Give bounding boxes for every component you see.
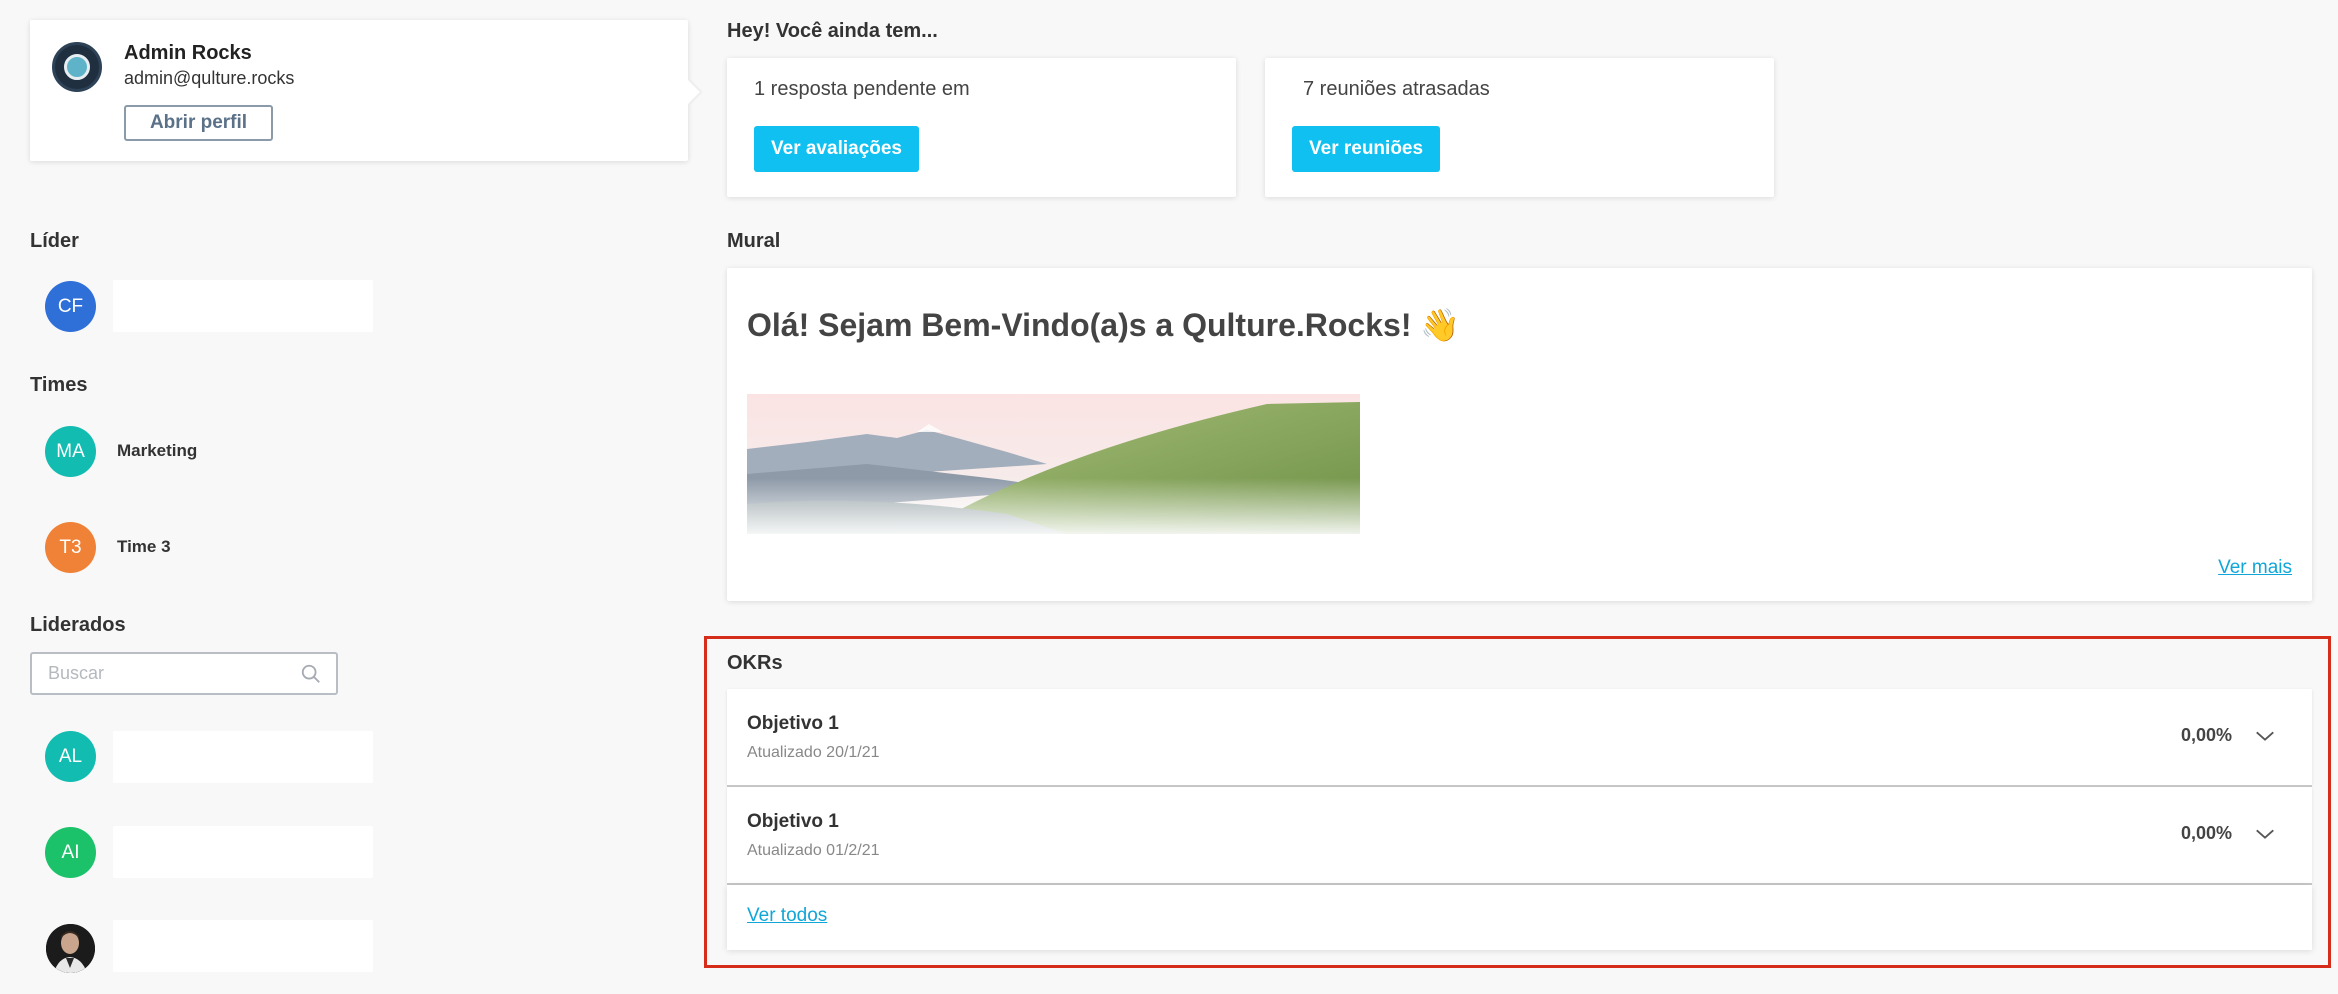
led-name-placeholder[interactable]: [113, 731, 373, 783]
okrs-see-all-link[interactable]: Ver todos: [747, 905, 827, 927]
late-meetings-text: 7 reuniões atrasadas: [1303, 78, 1490, 100]
led-search-input[interactable]: [32, 654, 272, 692]
leader-avatar[interactable]: CF: [45, 281, 96, 332]
led-photo-avatar[interactable]: [46, 924, 95, 973]
okr-item-progress: 0,00%: [2180, 823, 2232, 843]
mural-see-more-link[interactable]: Ver mais: [2218, 557, 2292, 579]
leader-section-title: Líder: [30, 230, 79, 252]
team-name-time-3[interactable]: Time 3: [117, 537, 171, 557]
mural-section-title: Mural: [727, 230, 781, 252]
pending-reviews-text: 1 resposta pendente em: [754, 78, 970, 100]
profile-email: admin@qulture.rocks: [124, 68, 295, 88]
teams-section-title: Times: [30, 374, 88, 396]
pending-reviews-card: 1 resposta pendente em Ver avaliações: [727, 58, 1236, 197]
okr-item-updated: Atualizado 20/1/21: [747, 744, 880, 761]
chevron-down-icon[interactable]: [2254, 823, 2276, 845]
led-name-placeholder[interactable]: [113, 826, 373, 878]
search-icon[interactable]: [300, 663, 322, 685]
mural-card: Olá! Sejam Bem-Vindo(a)s a Qulture.Rocks…: [727, 268, 2312, 601]
view-meetings-button[interactable]: Ver reuniões: [1292, 126, 1441, 172]
mural-image: [747, 394, 1360, 534]
profile-avatar[interactable]: [52, 42, 102, 92]
okrs-section-title: OKRs: [727, 652, 783, 674]
open-profile-button[interactable]: Abrir perfil: [124, 105, 273, 141]
team-avatar[interactable]: MA: [45, 426, 96, 477]
led-avatar[interactable]: AI: [45, 827, 96, 878]
led-section-title: Liderados: [30, 614, 126, 636]
okr-item[interactable]: Objetivo 1 Atualizado 01/2/21 0,00%: [727, 787, 2312, 883]
leader-name-placeholder[interactable]: [113, 280, 373, 332]
team-avatar[interactable]: T3: [45, 522, 96, 573]
okr-item-progress: 0,00%: [2180, 725, 2232, 745]
chevron-down-icon[interactable]: [2254, 725, 2276, 747]
okr-item-title: Objetivo 1: [747, 811, 839, 832]
okrs-footer: Ver todos: [727, 885, 2312, 950]
okr-item-updated: Atualizado 01/2/21: [747, 842, 880, 859]
mural-heading: Olá! Sejam Bem-Vindo(a)s a Qulture.Rocks…: [747, 307, 1461, 343]
view-reviews-button[interactable]: Ver avaliações: [754, 126, 919, 172]
led-avatar[interactable]: AL: [45, 731, 96, 782]
okr-item-title: Objetivo 1: [747, 713, 839, 734]
team-name-marketing[interactable]: Marketing: [117, 441, 197, 461]
profile-card: Admin Rocks admin@qulture.rocks Abrir pe…: [30, 20, 688, 161]
okr-item[interactable]: Objetivo 1 Atualizado 20/1/21 0,00%: [727, 689, 2312, 785]
led-name-placeholder[interactable]: [113, 920, 373, 972]
led-search-box: [30, 652, 338, 695]
pending-title: Hey! Você ainda tem...: [727, 20, 938, 42]
late-meetings-card: 7 reuniões atrasadas Ver reuniões: [1265, 58, 1774, 197]
profile-name: Admin Rocks: [124, 42, 252, 64]
